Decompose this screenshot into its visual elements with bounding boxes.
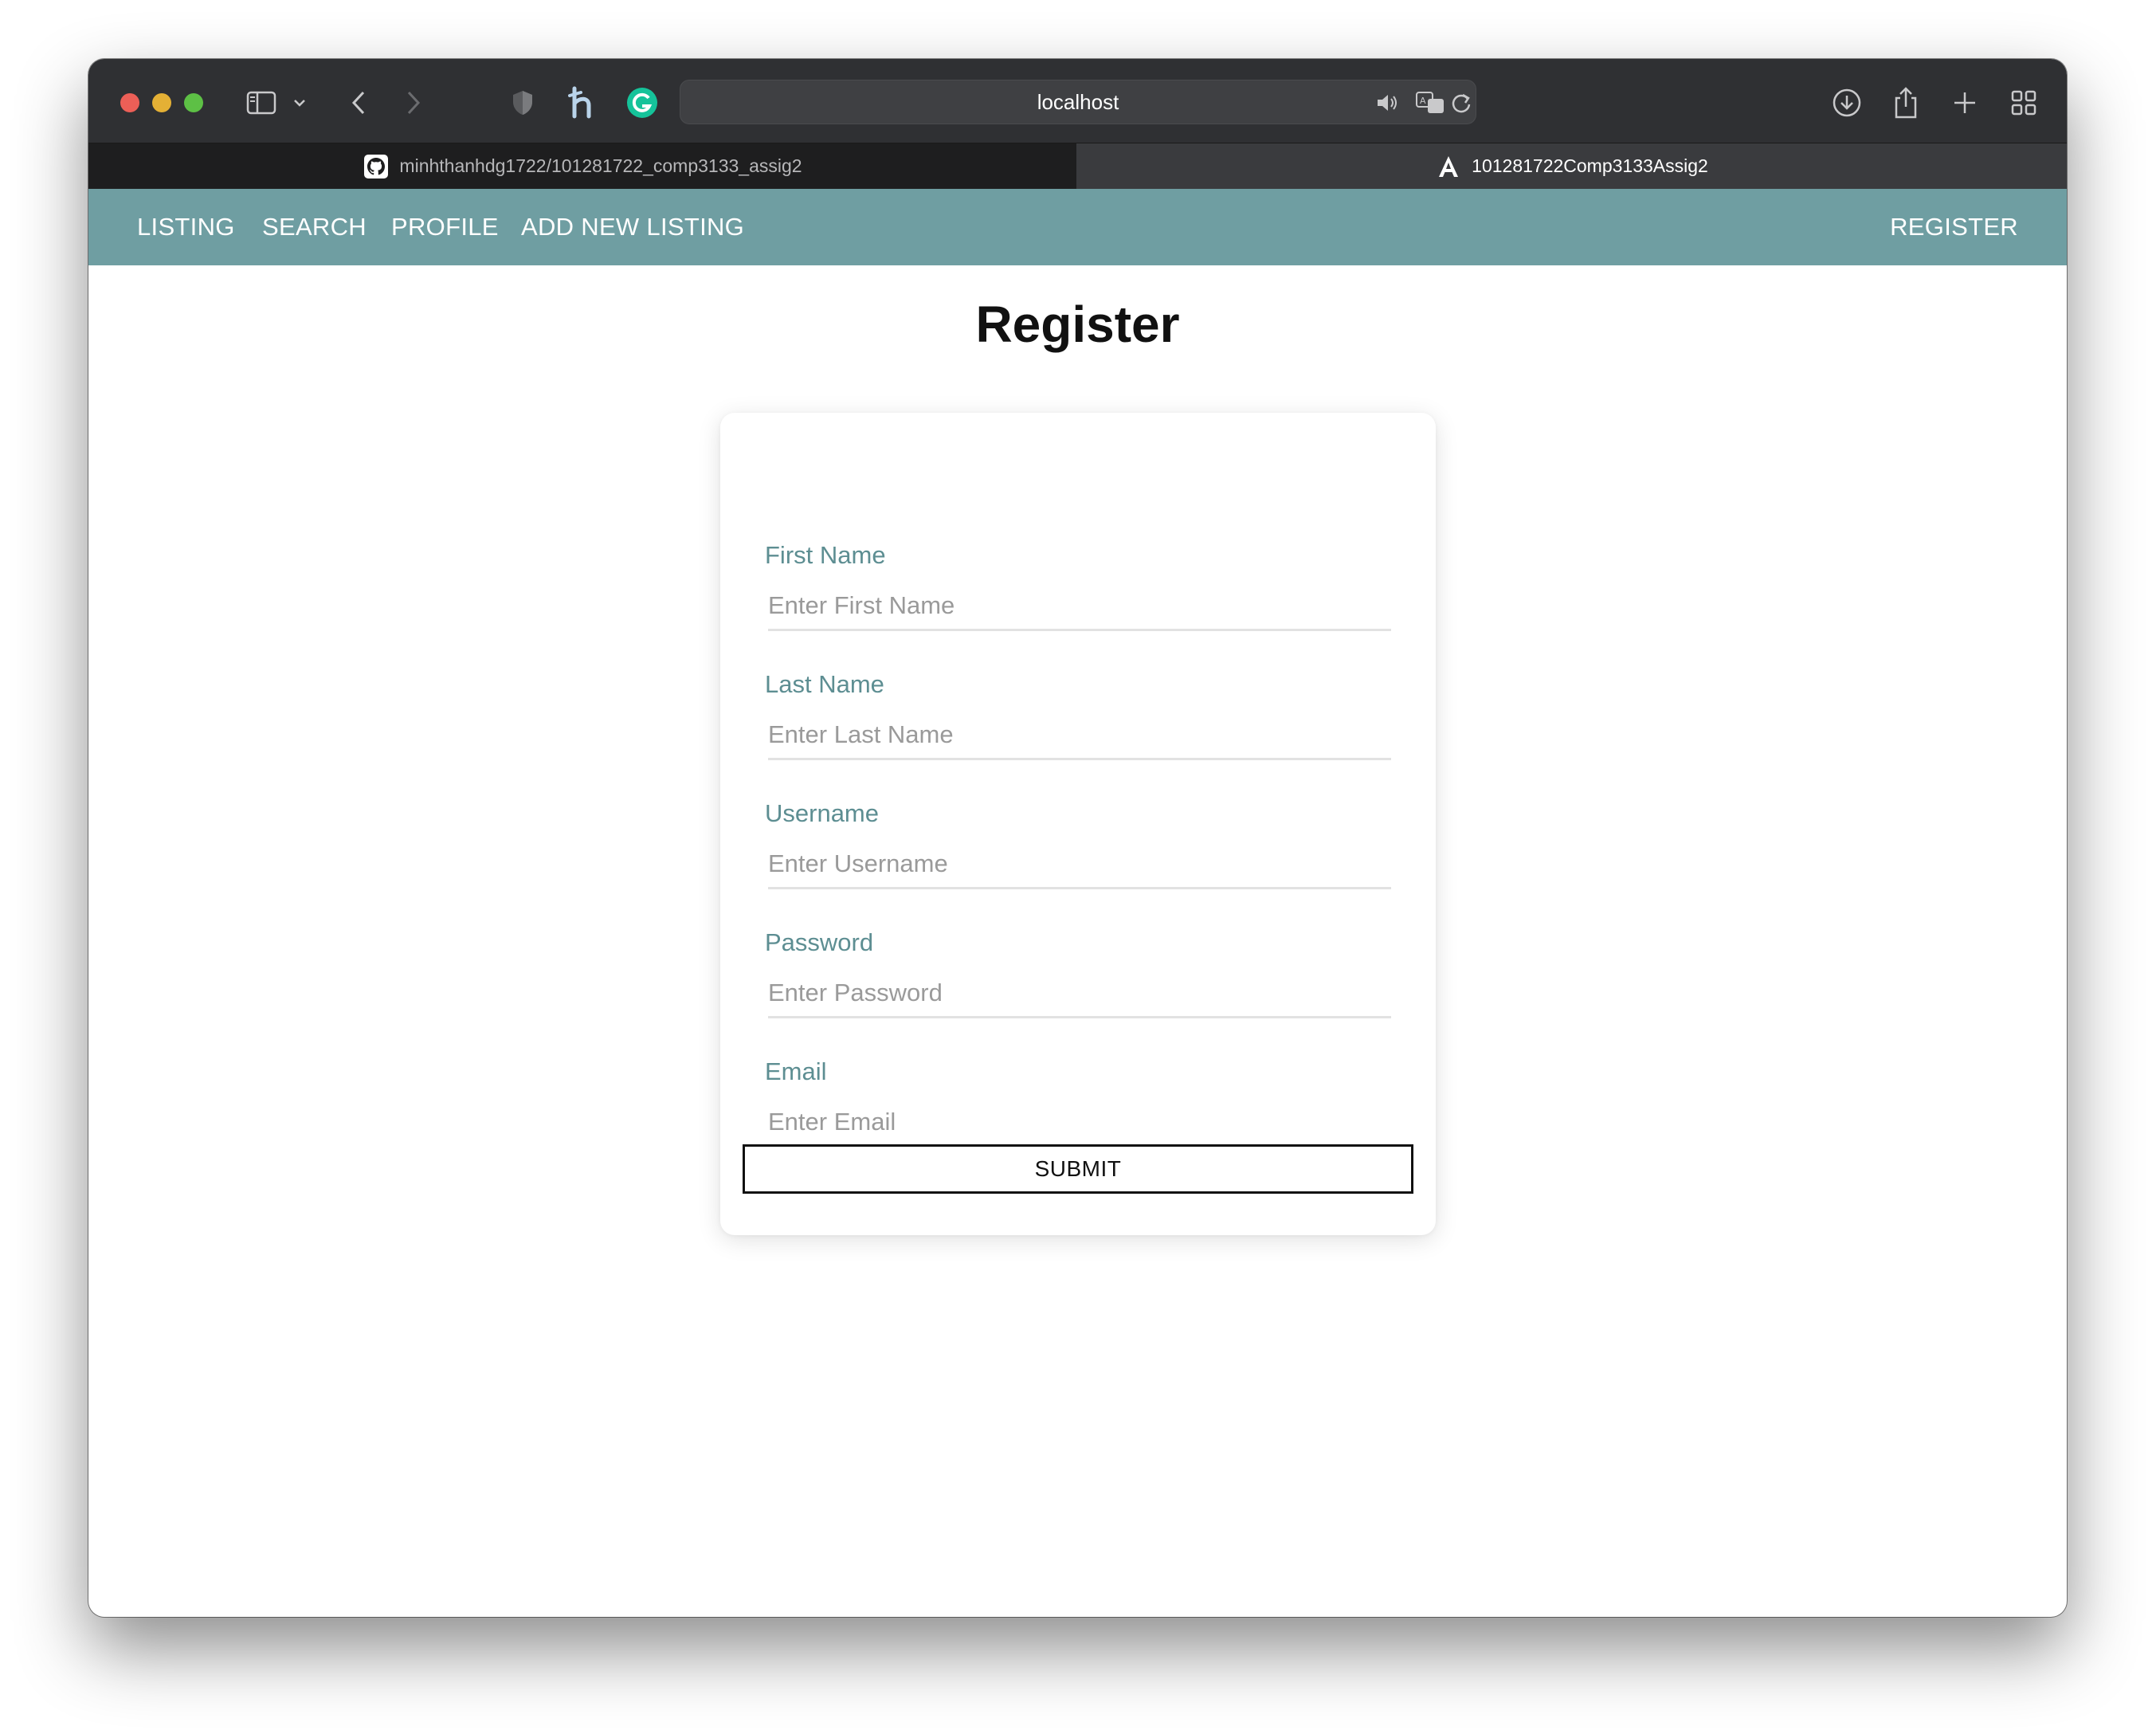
tab-app[interactable]: 101281722Comp3133Assig2: [1076, 143, 2067, 189]
minimize-window-button[interactable]: [152, 93, 171, 112]
username-label: Username: [765, 799, 879, 827]
app-navbar: LISTING SEARCH PROFILE ADD NEW LISTING R…: [88, 189, 2067, 265]
svg-text:A: A: [1420, 96, 1426, 106]
close-window-button[interactable]: [120, 93, 139, 112]
username-field: Username: [765, 799, 1391, 895]
email-label: Email: [765, 1057, 827, 1085]
sidebar-icon[interactable]: [245, 86, 278, 120]
speaker-icon[interactable]: [1375, 90, 1399, 116]
github-icon: [363, 153, 390, 180]
shield-icon[interactable]: [509, 86, 536, 120]
back-icon[interactable]: [347, 86, 370, 120]
tab-github[interactable]: minhthanhdg1722/101281722_comp3133_assig…: [88, 143, 1076, 189]
first-name-field: First Name: [765, 541, 1391, 637]
browser-toolbar: localhost A: [88, 59, 2067, 143]
nav-profile[interactable]: PROFILE: [391, 189, 499, 265]
last-name-label: Last Name: [765, 670, 884, 698]
first-name-input[interactable]: [768, 583, 1391, 631]
last-name-field: Last Name: [765, 670, 1391, 766]
angular-icon: [1435, 153, 1462, 180]
first-name-label: First Name: [765, 541, 886, 569]
username-input[interactable]: [768, 841, 1391, 889]
register-form-card: First Name Last Name Username Password E…: [720, 413, 1436, 1235]
new-tab-icon[interactable]: [1948, 86, 1982, 120]
tab-overview-icon[interactable]: [2007, 86, 2040, 120]
nav-search[interactable]: SEARCH: [262, 189, 367, 265]
nav-add-new-listing[interactable]: ADD NEW LISTING: [521, 189, 744, 265]
browser-window: localhost A minhthanhdg1722/101281722_co…: [88, 59, 2067, 1617]
last-name-input[interactable]: [768, 712, 1391, 760]
email-field: Email: [765, 1057, 1391, 1153]
reload-icon[interactable]: [1450, 90, 1472, 116]
grammarly-icon[interactable]: [625, 86, 659, 120]
email-input[interactable]: [768, 1099, 1391, 1148]
nav-listing[interactable]: LISTING: [137, 189, 235, 265]
tab-title: 101281722Comp3133Assig2: [1472, 155, 1708, 176]
share-icon[interactable]: [1889, 86, 1923, 120]
page-title: Register: [975, 296, 1180, 353]
translate-icon[interactable]: A: [1415, 90, 1447, 116]
password-field: Password: [765, 928, 1391, 1024]
address-bar[interactable]: localhost A: [680, 80, 1476, 124]
password-label: Password: [765, 928, 874, 956]
chevron-down-icon[interactable]: [291, 86, 308, 120]
tab-title: minhthanhdg1722/101281722_comp3133_assig…: [399, 155, 802, 176]
url-text[interactable]: localhost: [680, 80, 1476, 124]
submit-button[interactable]: SUBMIT: [743, 1144, 1413, 1194]
nav-register[interactable]: REGISTER: [1890, 189, 2018, 265]
password-input[interactable]: [768, 970, 1391, 1018]
honey-icon[interactable]: [566, 86, 598, 120]
maximize-window-button[interactable]: [184, 93, 203, 112]
download-icon[interactable]: [1830, 86, 1864, 120]
tab-bar: minhthanhdg1722/101281722_comp3133_assig…: [88, 143, 2067, 189]
forward-icon[interactable]: [402, 86, 425, 120]
